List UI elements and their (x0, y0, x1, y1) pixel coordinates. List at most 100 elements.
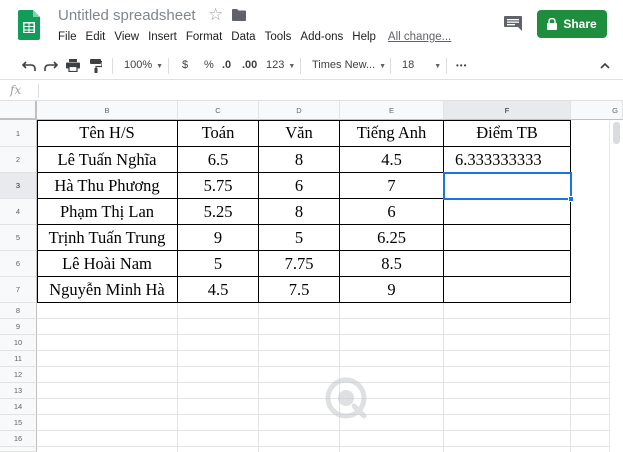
cell-d4[interactable]: 8 (259, 199, 340, 225)
cell-f1[interactable]: Điểm TB (444, 120, 571, 147)
sheets-logo-icon[interactable] (18, 10, 40, 40)
font-family-select[interactable]: Times New... ▼ (312, 59, 386, 71)
comment-icon[interactable] (504, 16, 522, 32)
more-formats-button[interactable]: 123 ▼ (266, 59, 295, 71)
cell-b4[interactable]: Phạm Thị Lan (37, 199, 178, 225)
cell-c4[interactable]: 5.25 (178, 199, 259, 225)
paint-format-icon[interactable] (90, 59, 102, 73)
cell-b3[interactable]: Hà Thu Phương (37, 173, 178, 199)
cell-e6[interactable]: 8.5 (340, 251, 444, 277)
row-header-10[interactable]: 10 (0, 335, 37, 351)
share-button[interactable]: Share (537, 10, 607, 38)
percent-format-button[interactable]: % (204, 59, 214, 71)
cell-b1[interactable]: Tên H/S (37, 120, 178, 147)
cell-c1[interactable]: Toán (178, 120, 259, 147)
undo-icon[interactable] (22, 60, 36, 72)
cell-e4[interactable]: 6 (340, 199, 444, 225)
menu-format[interactable]: Format (186, 31, 222, 43)
column-header-f[interactable]: F (444, 101, 571, 120)
print-icon[interactable] (66, 59, 80, 72)
toolbar-divider (446, 58, 447, 74)
redo-icon[interactable] (44, 60, 58, 72)
cell-c5[interactable]: 9 (178, 225, 259, 251)
cell-f5[interactable] (444, 225, 571, 251)
row-header-12[interactable]: 12 (0, 367, 37, 383)
decrease-decimal-button[interactable]: .0 (222, 59, 231, 71)
menu-addons[interactable]: Add-ons (300, 31, 343, 43)
zoom-select[interactable]: 100% ▼ (124, 59, 163, 71)
cell-d5[interactable]: 5 (259, 225, 340, 251)
menu-data[interactable]: Data (231, 31, 255, 43)
column-header-e[interactable]: E (340, 101, 444, 120)
row-header-4[interactable]: 4 (0, 199, 37, 225)
select-all-corner[interactable] (0, 101, 37, 120)
app-header: Untitled spreadsheet ☆ File Edit View In… (0, 0, 623, 50)
row-header-11[interactable]: 11 (0, 351, 37, 367)
cell-f7[interactable] (444, 277, 571, 303)
cell-e1[interactable]: Tiếng Anh (340, 120, 444, 147)
more-options-icon[interactable]: ••• (456, 61, 467, 70)
row-header-17[interactable]: 17 (0, 447, 37, 452)
scrollbar-thumb[interactable] (613, 122, 620, 144)
row-header-8[interactable]: 8 (0, 303, 37, 319)
font-size-select[interactable]: 18 ▼ (402, 59, 441, 71)
row-header-16[interactable]: 16 (0, 431, 37, 447)
cell-e5[interactable]: 6.25 (340, 225, 444, 251)
row-header-13[interactable]: 13 (0, 383, 37, 399)
cell-e3[interactable]: 7 (340, 173, 444, 199)
share-label: Share (563, 17, 597, 31)
cell-c6[interactable]: 5 (178, 251, 259, 277)
menu-edit[interactable]: Edit (86, 31, 106, 43)
increase-decimal-button[interactable]: .00 (242, 59, 257, 71)
cell-e7[interactable]: 9 (340, 277, 444, 303)
row-header-9[interactable]: 9 (0, 319, 37, 335)
cell-e2[interactable]: 4.5 (340, 147, 444, 173)
cell-d3[interactable]: 6 (259, 173, 340, 199)
row-header-5[interactable]: 5 (0, 225, 37, 251)
cell-c2[interactable]: 6.5 (178, 147, 259, 173)
column-header-g[interactable]: G (571, 101, 623, 120)
cell-c7[interactable]: 4.5 (178, 277, 259, 303)
vertical-scrollbar[interactable] (609, 120, 623, 452)
cell-d6[interactable]: 7.75 (259, 251, 340, 277)
document-title[interactable]: Untitled spreadsheet (58, 7, 196, 24)
zoom-value: 100% (124, 59, 153, 71)
chevron-down-icon: ▼ (379, 63, 387, 70)
cell-b6[interactable]: Lê Hoài Nam (37, 251, 178, 277)
row-header-1[interactable]: 1 (0, 120, 37, 147)
cell-f3[interactable] (444, 173, 571, 199)
folder-icon[interactable] (232, 9, 246, 21)
cell-b2[interactable]: Lê Tuấn Nghĩa (37, 147, 178, 173)
menu-tools[interactable]: Tools (265, 31, 292, 43)
row-header-14[interactable]: 14 (0, 399, 37, 415)
cell-d7[interactable]: 7.5 (259, 277, 340, 303)
cell-c3[interactable]: 5.75 (178, 173, 259, 199)
menu-file[interactable]: File (58, 31, 77, 43)
row-header-3[interactable]: 3 (0, 173, 37, 199)
cell-b5[interactable]: Trịnh Tuấn Trung (37, 225, 178, 251)
column-header-d[interactable]: D (259, 101, 340, 120)
collapse-chevron-up-icon[interactable] (600, 62, 610, 69)
menu-insert[interactable]: Insert (148, 31, 177, 43)
cell-d2[interactable]: 8 (259, 147, 340, 173)
cell-d1[interactable]: Văn (259, 120, 340, 147)
menu-help[interactable]: Help (352, 31, 376, 43)
row-header-15[interactable]: 15 (0, 415, 37, 431)
cell-f4[interactable] (444, 199, 571, 225)
column-header-c[interactable]: C (178, 101, 259, 120)
row-header-6[interactable]: 6 (0, 251, 37, 277)
star-icon[interactable]: ☆ (208, 5, 223, 25)
cell-b7[interactable]: Nguyễn Minh Hà (37, 277, 178, 303)
cell-f6[interactable] (444, 251, 571, 277)
row-header-7[interactable]: 7 (0, 277, 37, 303)
cell-f2[interactable]: 6.333333333 (444, 147, 571, 173)
currency-format-button[interactable]: $ (182, 59, 188, 71)
menu-view[interactable]: View (114, 31, 139, 43)
row-header-2[interactable]: 2 (0, 147, 37, 173)
chevron-down-icon: ▼ (288, 63, 296, 70)
last-edit-link[interactable]: All change... (388, 31, 451, 43)
font-size-value: 18 (402, 59, 415, 71)
more-formats-label: 123 (266, 59, 285, 71)
formula-input[interactable] (44, 81, 614, 100)
column-header-b[interactable]: B (37, 101, 178, 120)
